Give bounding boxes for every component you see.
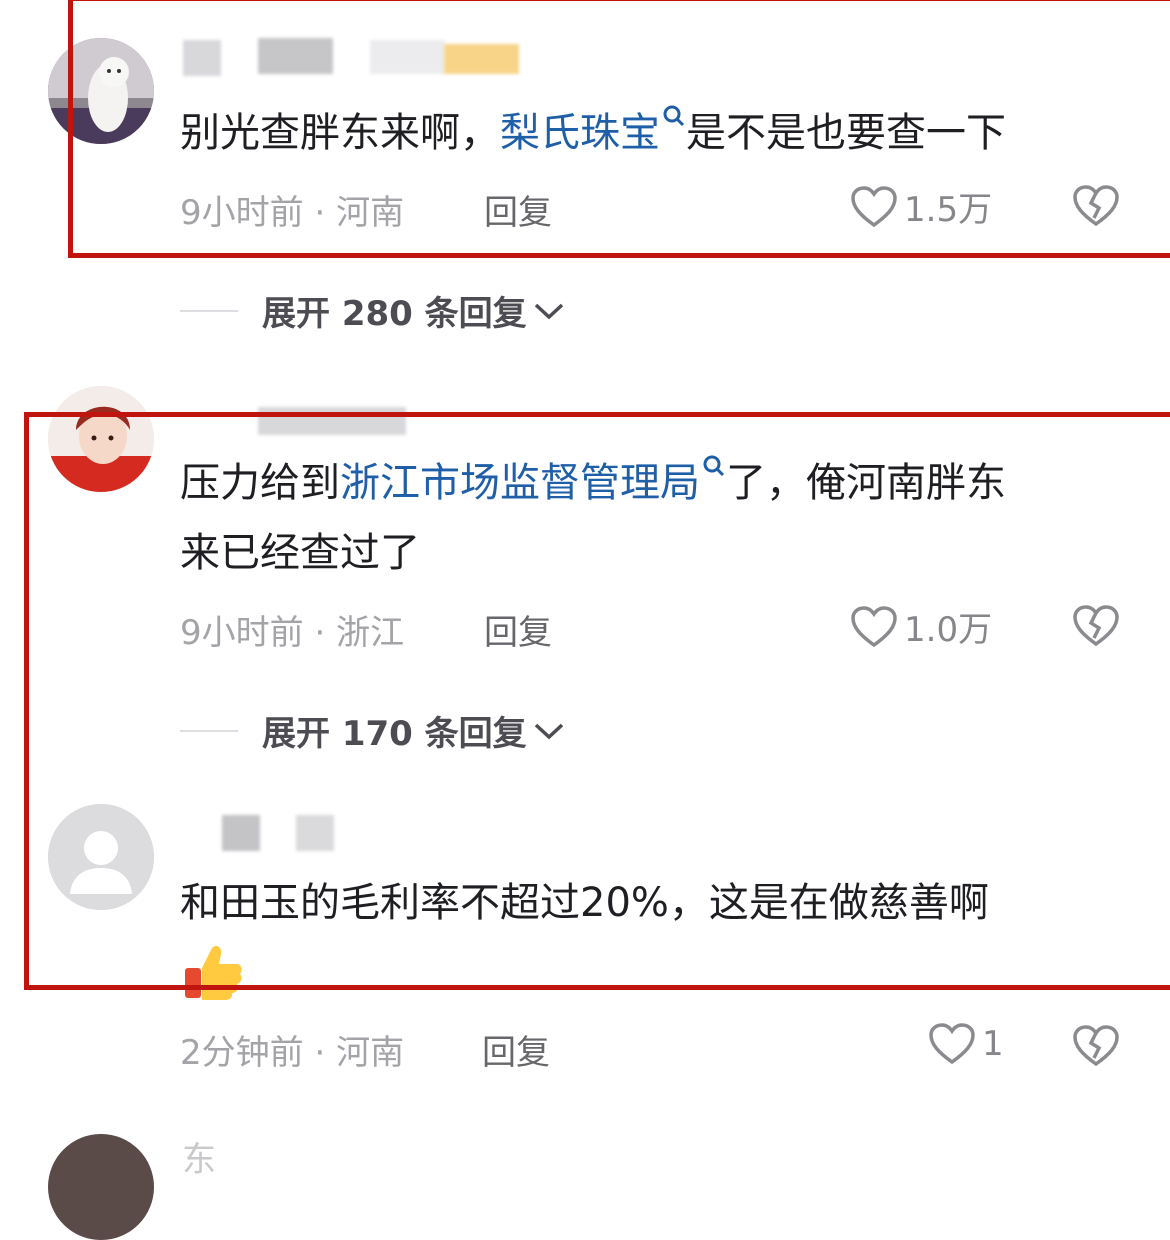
comment-meta: 2分钟前 · 河南	[180, 1025, 404, 1074]
like-count: 1	[982, 1024, 1004, 1064]
username[interactable]: 东	[182, 1132, 216, 1181]
dislike-button[interactable]	[1072, 1024, 1120, 1072]
avatar[interactable]	[48, 1134, 154, 1240]
divider-line	[180, 309, 238, 312]
timestamp: 2分钟前	[180, 1033, 304, 1073]
separator: ·	[314, 1033, 326, 1073]
expand-label: 展开 280 条回复	[262, 294, 527, 334]
location: 河南	[336, 1033, 405, 1073]
chevron-down-icon	[534, 303, 563, 319]
reply-button[interactable]: 回复	[482, 1025, 550, 1074]
broken-heart-icon	[1073, 1025, 1119, 1067]
highlight-frame-2	[24, 412, 1170, 990]
like-button[interactable]: 1	[928, 1022, 1004, 1066]
expand-replies-button[interactable]: 展开 280 条回复	[180, 286, 565, 335]
heart-outline-icon	[929, 1023, 975, 1065]
highlight-frame-1	[68, 0, 1170, 258]
